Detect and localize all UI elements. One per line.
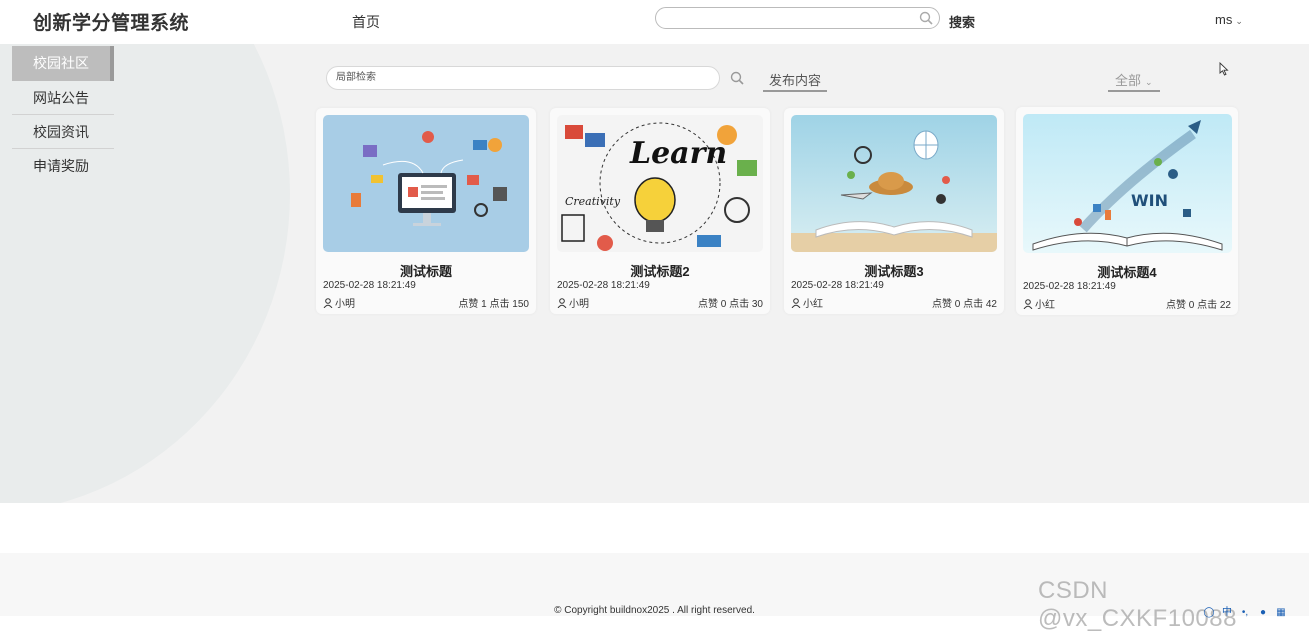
local-search-input[interactable] — [334, 71, 708, 84]
post-author-name: 小明 — [569, 299, 589, 310]
post-card[interactable]: WIN 测试标题4 2025-02-28 18:21:49 小红 点赞 0 点击… — [1016, 107, 1238, 315]
post-author: 小红 — [791, 295, 823, 310]
app-title: 创新学分管理系统 — [33, 13, 190, 34]
post-author-name: 小红 — [1035, 300, 1055, 311]
post-author: 小红 — [1023, 296, 1055, 311]
post-date: 2025-02-28 18:21:49 — [791, 280, 884, 291]
top-header: 创新学分管理系统 首页 搜索 ms ⌄ — [0, 0, 1309, 44]
main-content: 校园社区 网站公告 校园资讯 申请奖励 发布内容 全部⌄ — [0, 44, 1309, 503]
post-date: 2025-02-28 18:21:49 — [1023, 281, 1116, 292]
grid-icon[interactable]: ▦ — [1272, 607, 1290, 618]
local-search-icon[interactable] — [730, 71, 744, 85]
post-date: 2025-02-28 18:21:49 — [323, 280, 416, 291]
user-icon — [791, 298, 801, 308]
publish-content-button[interactable]: 发布内容 — [763, 70, 828, 92]
post-stats: 点赞 0 点击 30 — [697, 299, 763, 310]
filter-label: 全部 — [1115, 73, 1142, 88]
post-date: 2025-02-28 18:21:49 — [557, 280, 650, 291]
chevron-down-icon: ⌄ — [1145, 77, 1153, 87]
post-title[interactable]: 测试标题2 — [550, 261, 770, 280]
post-stats: 点赞 0 点击 42 — [931, 299, 997, 310]
post-title[interactable]: 测试标题 — [316, 261, 536, 280]
post-author-name: 小明 — [335, 299, 355, 310]
post-thumbnail-digital-marketing[interactable] — [323, 115, 529, 252]
post-author: 小明 — [557, 295, 589, 310]
user-icon — [1023, 299, 1033, 309]
copyright-text: © Copyright buildnox2025 . All right res… — [554, 605, 755, 616]
ime-logo-icon[interactable]: ◯ — [1200, 607, 1218, 618]
search-icon[interactable] — [919, 11, 933, 25]
post-stats: 点赞 1 点击 150 — [458, 299, 529, 310]
mouse-cursor-icon — [1219, 62, 1229, 76]
post-author-name: 小红 — [803, 299, 823, 310]
chevron-down-icon: ⌄ — [1235, 16, 1243, 26]
svg-text:Learn: Learn — [629, 136, 727, 171]
post-thumbnail-book-rocket[interactable]: WIN — [1023, 114, 1232, 253]
post-thumbnail-learn[interactable]: Learn Creativity — [557, 115, 763, 252]
post-title[interactable]: 测试标题4 — [1016, 262, 1238, 281]
sidebar-item-announcements[interactable]: 网站公告 — [12, 81, 114, 115]
user-icon — [557, 298, 567, 308]
page-footer: CSDN @vx_CXKF10088 © Copyright buildnox2… — [0, 553, 1309, 632]
top-search-input[interactable] — [666, 8, 925, 30]
svg-text:WIN: WIN — [1131, 191, 1168, 210]
punctuation-icon[interactable]: •, — [1236, 607, 1254, 618]
sidebar-item-apply-reward[interactable]: 申请奖励 — [12, 149, 114, 183]
post-thumbnail-open-book-travel[interactable] — [791, 115, 997, 252]
system-tray: ◯ 中 •, ● ▦ — [1200, 603, 1309, 618]
post-card[interactable]: 测试标题 2025-02-28 18:21:49 小明 点赞 1 点击 150 — [316, 108, 536, 314]
filter-dropdown[interactable]: 全部 ⌄ — [1108, 70, 1160, 92]
post-author: 小明 — [323, 295, 355, 310]
microphone-icon[interactable]: ● — [1254, 607, 1272, 618]
sidebar-menu: 校园社区 网站公告 校园资讯 申请奖励 — [12, 46, 114, 183]
sidebar-item-campus-news[interactable]: 校园资讯 — [12, 115, 114, 149]
top-search-box — [655, 7, 940, 30]
nav-home-link[interactable]: 首页 — [352, 12, 380, 32]
user-name: ms — [1215, 12, 1233, 27]
sidebar-item-campus-community[interactable]: 校园社区 — [12, 46, 114, 81]
post-card[interactable]: 测试标题3 2025-02-28 18:21:49 小红 点赞 0 点击 42 — [784, 108, 1004, 314]
local-search-box — [326, 66, 720, 90]
post-title[interactable]: 测试标题3 — [784, 261, 1004, 280]
search-button[interactable]: 搜索 — [949, 12, 975, 31]
svg-text:Creativity: Creativity — [565, 195, 621, 208]
post-card[interactable]: Learn Creativity 测试标题2 2025-02-28 18:21:… — [550, 108, 770, 314]
user-menu[interactable]: ms ⌄ — [1215, 12, 1243, 27]
post-stats: 点赞 0 点击 22 — [1165, 300, 1231, 311]
user-icon — [323, 298, 333, 308]
